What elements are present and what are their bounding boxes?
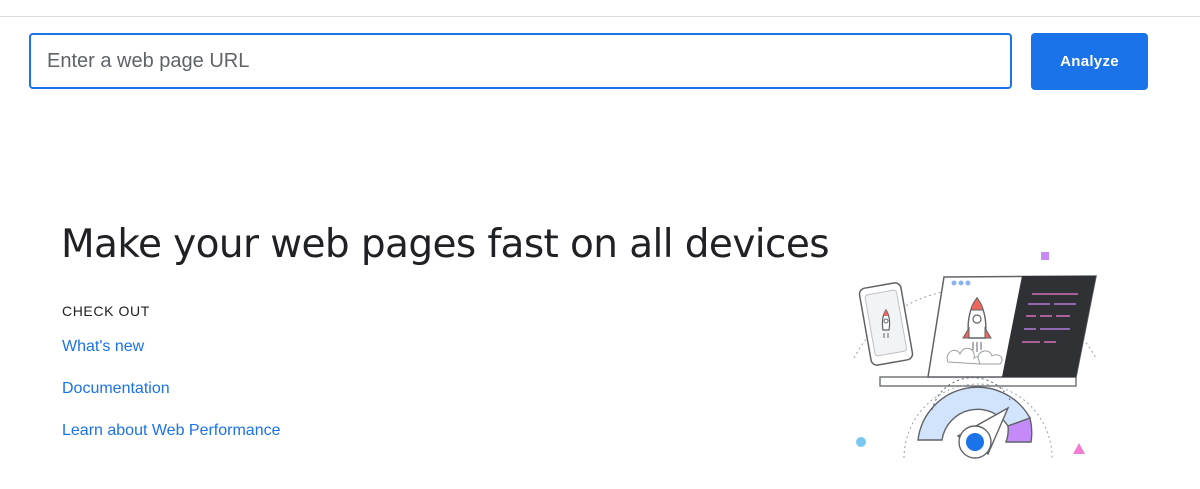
documentation-link[interactable]: Documentation: [62, 380, 170, 398]
analyze-button[interactable]: Analyze: [1031, 33, 1148, 90]
laptop-screen: [927, 275, 1097, 378]
pink-triangle-decoration: [1073, 443, 1085, 454]
phone-icon: [858, 282, 914, 366]
url-input[interactable]: [29, 33, 1012, 89]
purple-square-decoration: [1041, 252, 1049, 260]
speed-gauge: [903, 377, 1053, 459]
page-speed-illustration: [853, 252, 1097, 459]
top-divider: [0, 16, 1200, 17]
pagespeed-page: Analyze Make your web pages fast on all …: [0, 0, 1200, 489]
gauge-hub: [966, 433, 984, 451]
learn-web-performance-link[interactable]: Learn about Web Performance: [62, 422, 281, 440]
blue-dot-decoration: [856, 437, 866, 447]
hero-title: Make your web pages fast on all devices: [61, 222, 830, 267]
check-out-heading: CHECK OUT: [62, 303, 150, 319]
whats-new-link[interactable]: What's new: [62, 338, 144, 356]
